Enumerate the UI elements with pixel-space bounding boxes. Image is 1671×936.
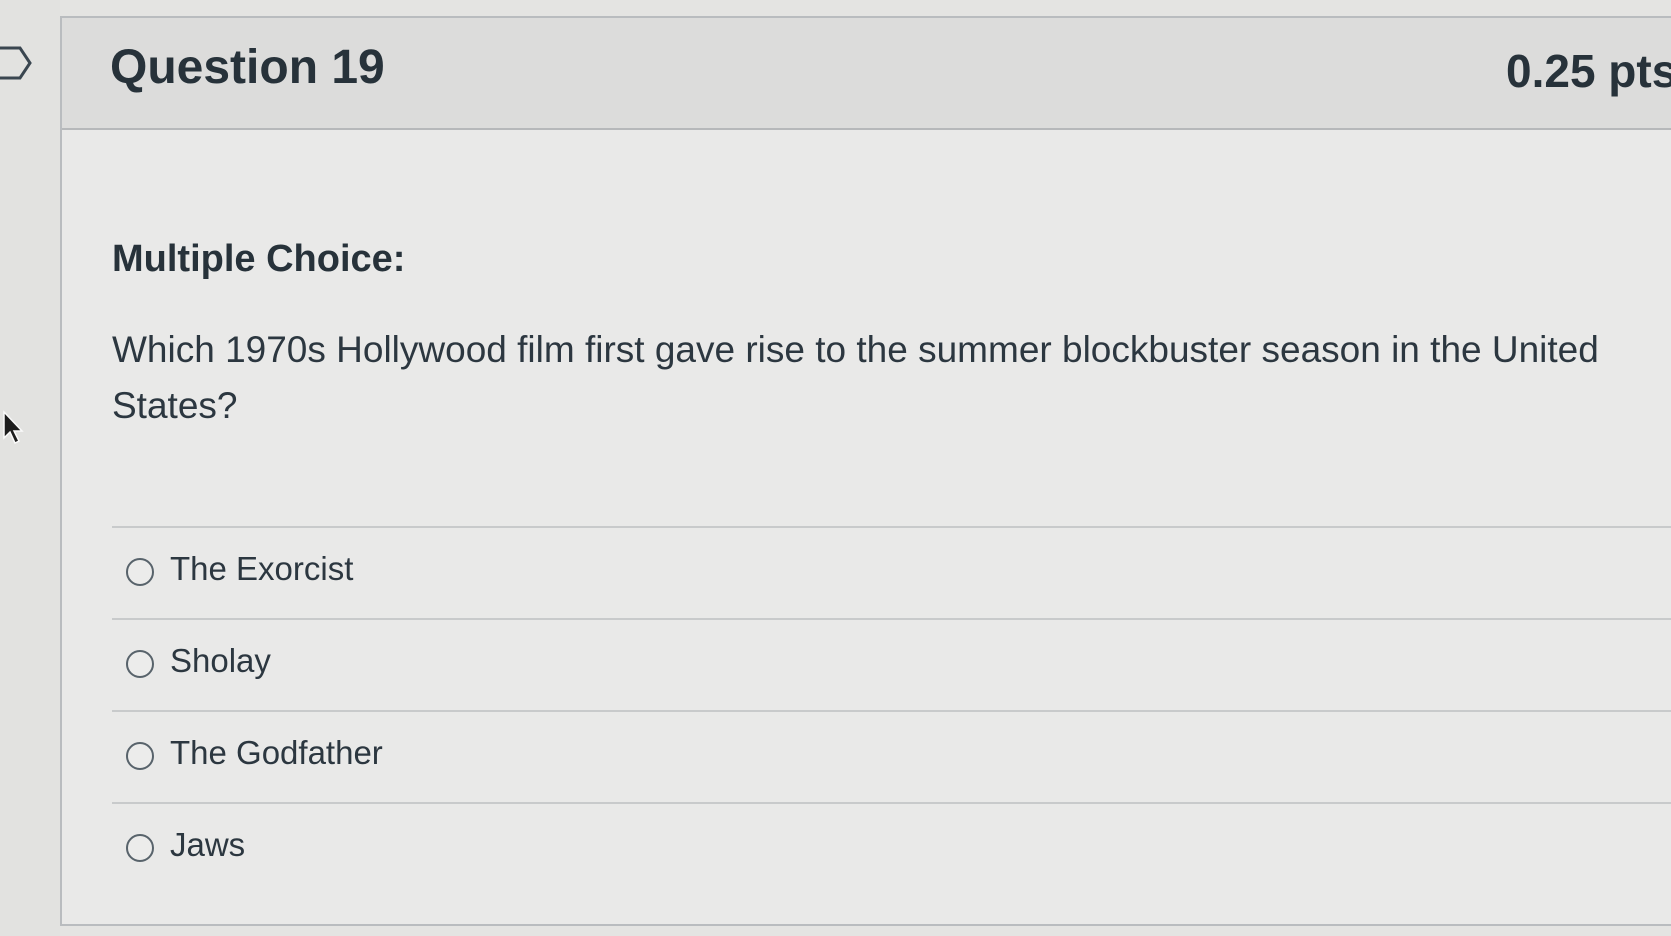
question-card: Question 19 0.25 pts Multiple Choice: Wh… bbox=[60, 16, 1671, 926]
answer-label[interactable]: The Godfather bbox=[170, 734, 383, 772]
answer-label[interactable]: Sholay bbox=[170, 642, 271, 680]
question-title: Question 19 bbox=[110, 41, 385, 94]
radio-button[interactable] bbox=[126, 834, 154, 862]
radio-button[interactable] bbox=[126, 558, 154, 586]
mouse-pointer-icon bbox=[3, 410, 24, 445]
section-label: Multiple Choice: bbox=[112, 238, 406, 280]
bookmark-flag-icon[interactable] bbox=[0, 44, 34, 82]
answer-list: The Exorcist Sholay The Godfather Jaws bbox=[112, 526, 1671, 894]
answer-option[interactable]: The Godfather bbox=[112, 710, 1671, 802]
answer-label[interactable]: The Exorcist bbox=[170, 550, 353, 588]
question-text: Which 1970s Hollywood film first gave ri… bbox=[112, 329, 1599, 426]
question-header: Question 19 0.25 pts bbox=[62, 18, 1671, 130]
answer-option[interactable]: Jaws bbox=[112, 802, 1671, 894]
left-margin bbox=[0, 0, 60, 936]
question-points: 0.25 pts bbox=[1506, 45, 1671, 97]
radio-button[interactable] bbox=[126, 650, 154, 678]
answer-label[interactable]: Jaws bbox=[170, 826, 245, 864]
radio-button[interactable] bbox=[126, 742, 154, 770]
answer-option[interactable]: Sholay bbox=[112, 618, 1671, 710]
answer-option[interactable]: The Exorcist bbox=[112, 526, 1671, 618]
